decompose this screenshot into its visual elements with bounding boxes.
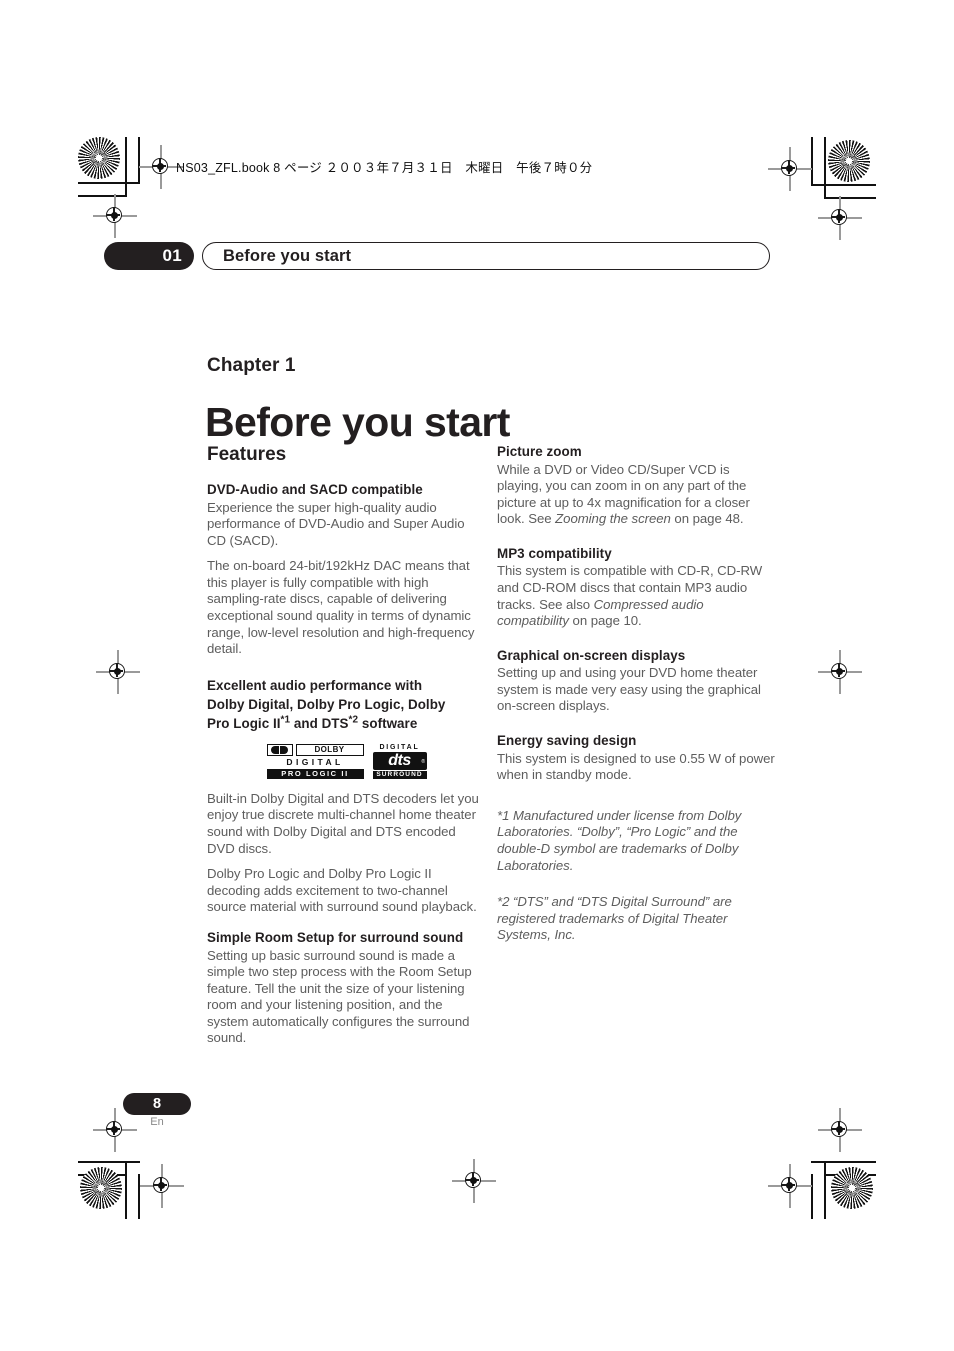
feature-block-simple-room-setup: Simple Room Setup for surround sound Set… [207,930,486,1047]
footnote-2: *2 “DTS” and “DTS Digital Surround” are … [497,894,732,943]
dolby-pro-logic-ii-text: PRO LOGIC II [266,768,364,779]
feature-heading-energy-saving: Energy saving design [497,733,637,749]
feature-heading-mp3-compatibility: MP3 compatibility [497,545,612,561]
registration-mark-bottom-center [452,1159,496,1203]
crop-mark-top-left-h2 [78,195,127,197]
crop-mark-bottom-right-h [811,1161,876,1163]
crop-mark-bottom-right-v [824,1161,826,1219]
feature-heading-graphical-osd: Graphical on-screen displays [497,647,686,663]
feature-paragraph: This system is designed to use 0.55 W of… [497,750,775,783]
star-target-top-left [78,137,120,179]
chapter-label: Chapter 1 [207,355,296,376]
feature-paragraph: While a DVD or Video CD/Super VCD is pla… [497,462,776,528]
crop-mark-top-left-h [78,182,140,184]
footnote-ref-2: *2 [348,714,359,726]
footnote-ref-1: *1 [280,714,291,726]
page-title: Before you start [205,399,510,446]
heading-line-3-part-b: and DTS [290,715,349,731]
right-column: Picture zoom While a DVD or Video CD/Sup… [497,444,776,964]
dts-digital-text: DIGITAL [379,743,420,751]
feature-paragraph: Built-in Dolby Digital and DTS decoders … [207,790,479,856]
star-target-bottom-right [831,1167,873,1209]
dts-surround-text: SURROUND [372,770,427,779]
feature-paragraph: Setting up basic surround sound is made … [207,947,472,1046]
crop-mark-bottom-left-v2 [138,1174,140,1219]
crop-mark-top-right-h2 [824,197,876,199]
feature-paragraph: Experience the super high-quality audio … [207,499,465,548]
heading-line-2: Dolby Digital, Dolby Pro Logic, Dolby [207,696,446,712]
feature-paragraph: This system is compatible with CD-R, CD-… [497,563,776,629]
dts-wordmark: dts [372,751,427,771]
crop-mark-bottom-right-v2 [811,1174,813,1219]
feature-heading-excellent-audio: Excellent audio performance with Dolby D… [207,676,486,733]
registration-mark-right-lower [818,1108,862,1152]
heading-line-3-part-c: software [358,715,418,731]
registration-mark-bottom-left [140,1164,184,1208]
crop-mark-top-left-v [125,137,127,197]
feature-block-energy-saving: Energy saving design This system is desi… [497,733,776,784]
crop-mark-bottom-right-h2 [824,1174,876,1176]
left-column: Features DVD-Audio and SACD compatible E… [207,444,486,1065]
document-page: NS03_ZFL.book 8 ページ ２００３年７月３１日 木曜日 午後７時０… [0,0,954,1351]
feature-heading-simple-room-setup: Simple Room Setup for surround sound [207,930,464,945]
running-head: 01 Before you start [104,242,770,270]
crop-mark-bottom-left-h2 [78,1174,127,1176]
registration-mark-right-middle [818,650,862,694]
paragraph-part-b: on page 48. [670,511,744,527]
feature-block-graphical-osd: Graphical on-screen displays Setting up … [497,648,776,715]
running-head-title: Before you start [223,247,352,265]
dolby-wordmark: DOLBY [295,743,364,756]
registration-mark-right-upper [818,196,862,240]
page-language-code: En [150,1116,164,1128]
feature-paragraph: The on-board 24-bit/192kHz DAC means tha… [207,558,475,657]
chapter-number-pill: 01 [104,242,194,270]
star-target-top-right [828,140,870,182]
feature-block-picture-zoom: Picture zoom While a DVD or Video CD/Sup… [497,444,776,528]
feature-block-mp3-compatibility: MP3 compatibility This system is compati… [497,546,776,630]
feature-block-dvd-audio-sacd: DVD-Audio and SACD compatible Experience… [207,482,486,658]
paragraph-part-b: on page 10. [568,613,642,629]
chapter-number: 01 [162,246,182,265]
star-target-bottom-left [80,1167,122,1209]
dolby-digital-pro-logic-ii-logo: DOLBY DIGITAL PRO LOGIC II [266,743,364,779]
feature-paragraph: Setting up and using your DVD home theat… [497,665,761,714]
crop-mark-bottom-left-v [125,1161,127,1219]
crop-mark-top-right-v2 [811,137,813,186]
crop-mark-bottom-left-h [78,1161,140,1163]
feature-heading-picture-zoom: Picture zoom [497,444,582,459]
registration-mark-left-upper [93,194,137,238]
file-slug-line: NS03_ZFL.book 8 ページ ２００３年７月３１日 木曜日 午後７時０… [176,161,593,175]
heading-line-1: Excellent audio performance with [207,677,423,693]
cross-reference-title: Zooming the screen [555,511,671,527]
double-d-symbol-icon [266,743,293,756]
page-number-badge: 8 [123,1093,191,1115]
registration-mark-top-right [768,147,812,191]
registration-mark-bottom-right [768,1164,812,1208]
dts-digital-surround-logo: DIGITAL dts SURROUND [372,743,427,779]
feature-paragraph: Dolby Pro Logic and Dolby Pro Logic II d… [207,866,477,915]
running-head-bar: Before you start [202,242,770,270]
crop-mark-top-left-v2 [138,137,140,184]
heading-line-3-part-a: Pro Logic II [207,715,281,731]
dolby-digital-text: DIGITAL [286,757,344,768]
audio-format-logos: DOLBY DIGITAL PRO LOGIC II DIGITAL dts S… [207,743,486,779]
feature-block-excellent-audio: Excellent audio performance with Dolby D… [207,676,486,916]
crop-mark-top-right-v [824,137,826,199]
feature-heading-dvd-audio-sacd: DVD-Audio and SACD compatible [207,482,423,497]
registration-mark-left-middle [96,650,140,694]
footnote-1: *1 Manufactured under license from Dolby… [497,807,742,873]
features-section-title: Features [207,444,287,465]
crop-mark-top-right-h [811,184,876,186]
